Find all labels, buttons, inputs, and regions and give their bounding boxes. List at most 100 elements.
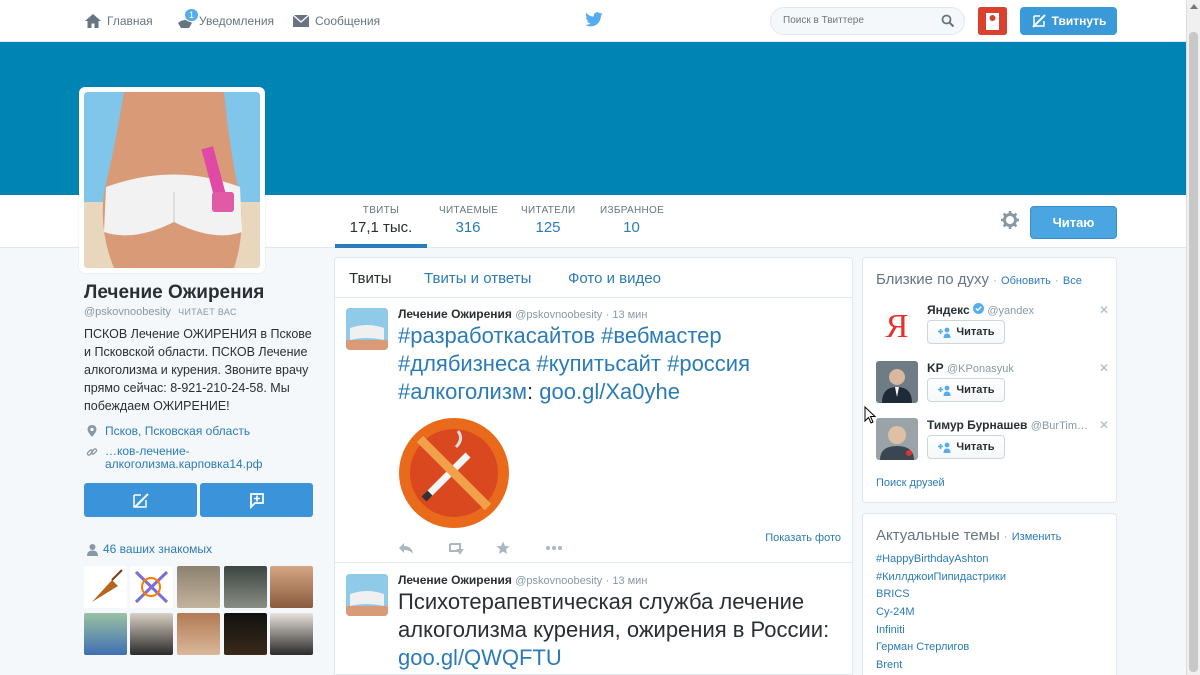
tweet-author-name[interactable]: Лечение Ожирения xyxy=(398,307,512,321)
trend-item[interactable]: BRICS xyxy=(876,588,910,600)
stat-tweets[interactable]: ТВИТЫ 17,1 тыс. xyxy=(348,205,414,236)
follower-thumb[interactable] xyxy=(130,566,173,608)
retweet-icon[interactable] xyxy=(447,541,464,555)
follower-thumb[interactable] xyxy=(177,566,220,608)
suggested-user-handle[interactable]: @yandex xyxy=(987,305,1034,317)
stat-followers[interactable]: ЧИТАТЕЛИ 125 xyxy=(521,205,575,236)
tweet-author-avatar[interactable] xyxy=(346,308,388,350)
tweet-text: #разработкасайтов #вебмастер #длябизнеса… xyxy=(398,322,838,406)
tweet-actions xyxy=(398,541,594,555)
tweet-item[interactable]: Лечение Ожирения @pskovnoobesity · 13 ми… xyxy=(335,564,852,675)
suggested-user-name[interactable]: KP xyxy=(927,361,944,375)
nav-messages-label: Сообщения xyxy=(315,14,381,28)
show-photo-link[interactable]: Показать фото xyxy=(765,532,841,544)
suggested-user-info: KP @KPonasyuk xyxy=(927,361,1097,375)
stat-following-label: ЧИТАЕМЫЕ xyxy=(439,205,499,216)
following-button[interactable]: Читаю xyxy=(1030,206,1117,239)
tab-photos-videos[interactable]: Фото и видео xyxy=(568,270,661,287)
tweet-timestamp[interactable]: · 13 мин xyxy=(606,575,648,587)
trend-item[interactable]: Infiniti xyxy=(876,624,905,636)
dismiss-icon[interactable]: ✕ xyxy=(1099,418,1109,432)
follower-thumb[interactable] xyxy=(224,566,267,608)
notification-badge: 1 xyxy=(184,8,200,22)
direct-message-icon xyxy=(249,493,264,509)
follower-thumb[interactable] xyxy=(177,613,220,655)
suggested-user-avatar[interactable] xyxy=(876,361,918,403)
tweet-author-avatar[interactable] xyxy=(346,574,388,616)
tab-tweets-replies[interactable]: Твиты и ответы xyxy=(424,270,531,287)
tweet-to-button[interactable] xyxy=(84,483,197,517)
profile-avatar-image xyxy=(84,92,260,268)
follow-button[interactable]: Читать xyxy=(927,320,1005,344)
find-friends-link[interactable]: Поиск друзей xyxy=(876,477,945,489)
profile-location[interactable]: Псков, Псковская область xyxy=(86,424,250,438)
nav-home[interactable]: Главная xyxy=(84,12,153,30)
tweet-author-handle[interactable]: @pskovnoobesity xyxy=(515,575,602,587)
trend-item[interactable]: Су-24М xyxy=(876,606,915,618)
profile-handle[interactable]: @pskovnoobesity xyxy=(84,306,171,318)
trend-item[interactable]: Герман Стерлигов xyxy=(876,641,969,653)
suggested-user-name[interactable]: Яндекс xyxy=(927,303,970,317)
stat-following[interactable]: ЧИТАЕМЫЕ 316 xyxy=(439,205,499,236)
search-box[interactable] xyxy=(770,7,965,35)
profile-avatar[interactable] xyxy=(79,87,265,273)
suggested-user-info: Яндекс @yandex xyxy=(927,303,1097,317)
suggested-user-name[interactable]: Тимур Бурнашев xyxy=(927,418,1027,432)
favorite-star-icon[interactable] xyxy=(496,541,512,555)
follower-thumb[interactable] xyxy=(224,613,267,655)
suggested-user-avatar[interactable] xyxy=(876,418,918,460)
reply-icon[interactable] xyxy=(398,541,414,555)
suggested-user-avatar[interactable]: Я xyxy=(876,303,918,345)
nav-notifications-label: Уведомления xyxy=(199,14,275,28)
compose-tweet-button[interactable]: Твитнуть xyxy=(1020,7,1117,35)
follower-thumb[interactable] xyxy=(270,566,313,608)
search-icon[interactable] xyxy=(941,14,955,28)
tweet-author-name[interactable]: Лечение Ожирения xyxy=(398,573,512,587)
tweet-media-image[interactable] xyxy=(398,417,510,529)
nav-notifications[interactable]: 1 Уведомления xyxy=(176,8,275,30)
tweet-text: Психотерапевтическая служба лечение алко… xyxy=(398,588,838,672)
scroll-up-arrow[interactable] xyxy=(1190,4,1198,9)
follower-thumb[interactable] xyxy=(270,613,313,655)
dismiss-icon[interactable]: ✕ xyxy=(1099,361,1109,375)
nav-home-label: Главная xyxy=(107,14,153,28)
tweet-timestamp[interactable]: · 13 мин xyxy=(606,309,648,321)
known-followers-text[interactable]: 46 ваших знакомых xyxy=(103,542,212,556)
scroll-thumb[interactable] xyxy=(1189,32,1198,672)
search-input[interactable] xyxy=(783,15,933,26)
trend-item[interactable]: Brent xyxy=(876,659,902,671)
tweet-author-handle[interactable]: @pskovnoobesity xyxy=(515,309,602,321)
profile-bio: ПСКОВ Лечение ОЖИРЕНИЯ в Пскове и Псковс… xyxy=(84,327,312,413)
twitter-bird-icon[interactable] xyxy=(584,12,604,28)
known-followers-link[interactable]: 46 ваших знакомых xyxy=(86,542,212,556)
quill-icon xyxy=(132,493,149,508)
gear-icon[interactable] xyxy=(1000,210,1020,230)
follow-button[interactable]: Читать xyxy=(927,378,1005,402)
tweet-link[interactable]: goo.gl/Xa0yhe xyxy=(539,379,680,404)
more-options-icon[interactable] xyxy=(545,541,562,555)
message-button[interactable] xyxy=(200,483,313,517)
tab-tweets[interactable]: Твиты xyxy=(349,270,392,287)
profile-location-text[interactable]: Псков, Псковская область xyxy=(105,424,250,438)
follow-button[interactable]: Читать xyxy=(927,435,1005,459)
view-all-link[interactable]: Все xyxy=(1063,275,1082,287)
account-avatar[interactable] xyxy=(978,7,1007,35)
dismiss-icon[interactable]: ✕ xyxy=(1099,303,1109,317)
profile-url[interactable]: …ков-лечение-алкоголизма.карповка14.рф xyxy=(86,445,286,471)
stat-favorites[interactable]: ИЗБРАННОЕ 10 xyxy=(600,205,664,236)
nav-messages[interactable]: Сообщения xyxy=(292,12,380,30)
refresh-link[interactable]: Обновить xyxy=(1001,275,1051,287)
tweet-link[interactable]: goo.gl/QWQFTU xyxy=(398,645,562,670)
profile-name: Лечение Ожирения xyxy=(84,282,265,303)
change-trends-link[interactable]: Изменить xyxy=(1012,531,1062,543)
follower-thumb[interactable] xyxy=(84,566,127,608)
tweet-item[interactable]: Лечение Ожирения @pskovnoobesity · 13 ми… xyxy=(335,298,852,563)
suggested-user-handle[interactable]: @BurTim… xyxy=(1031,420,1088,432)
trend-item[interactable]: #HappyBirthdayAshton xyxy=(876,553,989,565)
profile-url-text[interactable]: …ков-лечение-алкоголизма.карповка14.рф xyxy=(105,445,285,471)
page-scrollbar[interactable] xyxy=(1186,0,1200,675)
trend-item[interactable]: #КиллджоиПипидастрики xyxy=(876,571,1006,583)
follower-thumb[interactable] xyxy=(130,613,173,655)
suggested-user-handle[interactable]: @KPonasyuk xyxy=(947,363,1014,375)
follower-thumb[interactable] xyxy=(84,613,127,655)
